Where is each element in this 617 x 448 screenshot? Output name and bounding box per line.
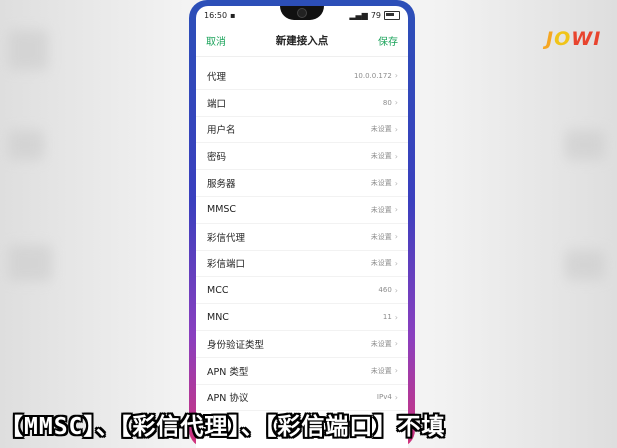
phone-frame: 16:50 ▪ ▂▄▆ 79 取消 新建接入点 保存 代理 10.0.0.172 ›… [189,0,415,448]
setting-value: 未设置 [370,205,392,214]
setting-label: 用户名 [207,125,236,137]
setting-row-proxy[interactable]: 代理 10.0.0.172 › [196,63,408,90]
battery-icon [384,10,400,20]
setting-value: 460 [378,286,392,295]
page-title: 新建接入点 [275,34,329,47]
setting-value: 未设置 [370,179,392,188]
save-button[interactable]: 保存 [378,33,398,48]
channel-logo: J O W I [546,28,600,50]
setting-row-password[interactable]: 密码 未设置 › [196,143,408,171]
setting-row-apn-type[interactable]: APN 类型 未设置 › [196,358,408,385]
setting-label: 彩信代理 [207,232,246,244]
setting-label: 彩信端口 [207,259,246,271]
setting-value: 未设置 [370,125,392,134]
setting-label: APN 协议 [207,393,249,405]
logo-letter: I [593,28,601,50]
front-camera-icon [297,8,307,18]
phone-screen: 16:50 ▪ ▂▄▆ 79 取消 新建接入点 保存 代理 10.0.0.172 ›… [196,6,408,448]
logo-letter: J [546,28,554,50]
chevron-right-icon: › [394,151,398,161]
chevron-right-icon: › [394,258,398,268]
setting-row-mcc[interactable]: MCC 460 › [196,277,408,305]
setting-label: MNC [207,311,229,323]
setting-label: MMSC [207,204,237,216]
battery-percent: 79 [370,10,381,20]
blurred-background-text [565,130,605,160]
chevron-right-icon: › [394,285,398,295]
setting-value: 未设置 [370,152,392,161]
chevron-right-icon: › [394,124,398,134]
blurred-background-text [565,250,605,280]
apn-settings-list: 代理 10.0.0.172 › 端口 80 › 用户名 未设置 › 密码 未设置 › 服务器 未设… [196,57,408,412]
setting-label: MCC [207,284,229,296]
setting-label: APN 类型 [207,366,249,378]
setting-row-mmsc[interactable]: MMSC 未设置 › [196,197,408,224]
setting-value: 80 [382,98,392,107]
setting-value: 未设置 [370,259,392,268]
chevron-right-icon: › [394,98,398,108]
setting-value: 11 [382,313,392,322]
chevron-right-icon: › [394,178,398,188]
signal-icon: ▂▄▆ [349,10,368,20]
logo-letter: O [554,28,571,50]
setting-row-mms-port[interactable]: 彩信端口 未设置 › [196,251,408,278]
setting-row-auth-type[interactable]: 身份验证类型 未设置 › [196,331,408,358]
status-time: 16:50 [204,10,228,20]
setting-label: 服务器 [207,179,236,191]
chevron-right-icon: › [394,312,398,322]
setting-value: 10.0.0.172 [353,71,392,80]
chevron-right-icon: › [394,392,398,402]
setting-value: IPv4 [376,393,392,402]
setting-row-mms-proxy[interactable]: 彩信代理 未设置 › [196,224,408,251]
logo-letter: W [571,28,593,50]
blurred-background-text [8,30,48,70]
blurred-background-text [8,245,52,281]
chevron-right-icon: › [394,71,398,81]
chevron-right-icon: › [394,232,398,242]
chevron-right-icon: › [394,205,398,215]
video-subtitle: 【MMSC】、【彩信代理】、【彩信端口】不填 [0,414,446,440]
setting-label: 代理 [207,71,227,83]
setting-value: 未设置 [370,232,392,241]
setting-row-username[interactable]: 用户名 未设置 › [196,117,408,144]
chevron-right-icon: › [394,366,398,376]
notification-icon: ▪ [230,10,236,20]
setting-value: 未设置 [370,339,392,348]
setting-label: 身份验证类型 [207,339,265,351]
cancel-button[interactable]: 取消 [206,33,226,48]
setting-label: 密码 [207,152,227,164]
chevron-right-icon: › [394,339,398,349]
setting-value: 未设置 [370,366,392,375]
setting-label: 端口 [207,98,227,110]
blurred-background-text [8,130,44,160]
nav-bar: 取消 新建接入点 保存 [196,24,408,57]
setting-row-port[interactable]: 端口 80 › [196,90,408,117]
setting-row-mnc[interactable]: MNC 11 › [196,304,408,331]
setting-row-server[interactable]: 服务器 未设置 › [196,170,408,197]
